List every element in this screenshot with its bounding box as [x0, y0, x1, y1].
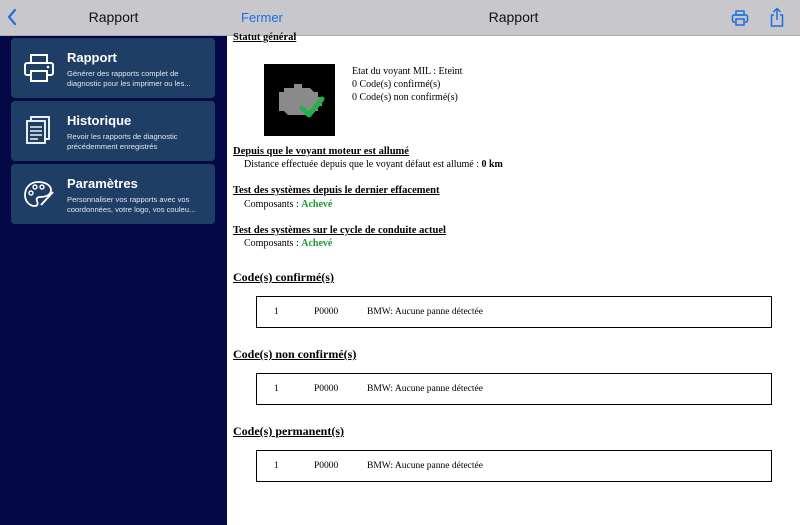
menu-item-parametres[interactable]: Paramètres Personnaliser vos rapports av… [11, 164, 215, 224]
components-label: Composants : [244, 199, 299, 210]
code-description: BMW: Aucune panne détectée [367, 307, 483, 317]
main-header: Fermer Rapport [227, 0, 800, 36]
code-number: 1 [274, 384, 279, 394]
status-title: Statut général [233, 32, 297, 43]
documents-icon [22, 115, 56, 147]
menu-item-historique[interactable]: Historique Revoir les rapports de diagno… [11, 101, 215, 161]
test-cycle-title: Test des systèmes sur le cycle de condui… [233, 225, 446, 236]
unconfirmed-count: 0 Code(s) non confirmé(s) [352, 92, 458, 103]
menu-item-description: Personnaliser vos rapports avec vos coor… [67, 195, 196, 214]
report-view: Fermer Rapport Statut général Etat du vo… [227, 0, 800, 525]
mil-status: Etat du voyant MIL : Eteint [352, 66, 463, 77]
page-title: Rapport [488, 9, 539, 25]
unconfirmed-codes-table: 1 P0000 BMW: Aucune panne détectée [256, 373, 772, 405]
status-badge: Achevé [301, 199, 333, 210]
code-description: BMW: Aucune panne détectée [367, 384, 483, 394]
sidebar: Rapport Rapport Générer des rapports com… [0, 0, 227, 525]
code-id: P0000 [314, 307, 339, 317]
menu-item-rapport[interactable]: Rapport Générer des rapports complet de … [11, 38, 215, 98]
test-cycle-line: Composants : Achevé [244, 238, 332, 249]
confirmed-count: 0 Code(s) confirmé(s) [352, 79, 441, 90]
mil-on-title: Depuis que le voyant moteur est allumé [233, 146, 409, 157]
code-number: 1 [274, 461, 279, 471]
menu-item-title: Paramètres [67, 176, 138, 191]
test-since-clear-line: Composants : Achevé [244, 199, 332, 210]
permanent-codes-table: 1 P0000 BMW: Aucune panne détectée [256, 450, 772, 482]
menu-item-description: Revoir les rapports de diagnostic précéd… [67, 132, 178, 151]
printer-icon [22, 52, 56, 84]
code-number: 1 [274, 307, 279, 317]
engine-check-icon [264, 64, 335, 136]
test-since-clear-title: Test des systèmes depuis le dernier effa… [233, 185, 440, 196]
status-badge: Achevé [301, 238, 333, 249]
unconfirmed-codes-title: Code(s) non confirmé(s) [233, 347, 357, 361]
code-description: BMW: Aucune panne détectée [367, 461, 483, 471]
permanent-codes-title: Code(s) permanent(s) [233, 424, 344, 438]
menu-item-description: Générer des rapports complet de diagnost… [67, 69, 191, 88]
confirmed-codes-title: Code(s) confirmé(s) [233, 270, 334, 284]
menu-item-title: Historique [67, 113, 132, 128]
confirmed-codes-table: 1 P0000 BMW: Aucune panne détectée [256, 296, 772, 328]
palette-icon [22, 178, 56, 210]
printer-icon [731, 10, 749, 26]
code-id: P0000 [314, 461, 339, 471]
sidebar-header: Rapport [0, 0, 227, 36]
distance-line: Distance effectuée depuis que le voyant … [244, 159, 503, 170]
print-button[interactable] [731, 9, 749, 27]
components-label: Composants : [244, 238, 299, 249]
code-id: P0000 [314, 384, 339, 394]
sidebar-title: Rapport [88, 9, 139, 25]
distance-value: 0 km [481, 159, 503, 170]
distance-label: Distance effectuée depuis que le voyant … [244, 159, 479, 170]
share-button[interactable] [769, 7, 785, 28]
share-icon [770, 7, 784, 27]
menu-item-title: Rapport [67, 50, 117, 65]
